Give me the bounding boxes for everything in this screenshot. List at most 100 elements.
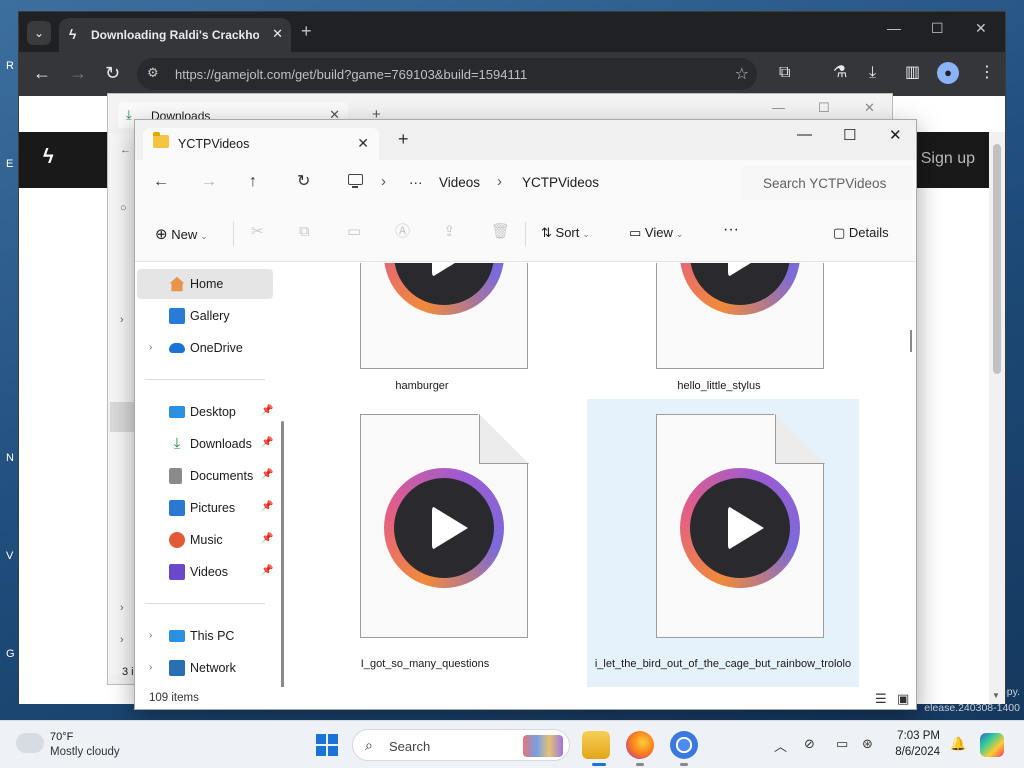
more-options-icon[interactable]: ··· [723,221,739,239]
sort-button[interactable]: ⇅ Sort ⌄ [541,225,590,241]
refresh-button[interactable]: ↻ [297,173,310,191]
copy-icon[interactable]: ⧉ [299,224,310,240]
minimize-button[interactable]: — [797,126,812,143]
back-arrow-icon[interactable]: ← [120,144,131,156]
taskbar-search-box[interactable]: ⌕ Search [352,729,570,761]
menu-kebab-icon[interactable]: ⋮ [979,63,995,83]
chevron-right-icon[interactable]: › [149,342,152,353]
pin-icon[interactable]: 📌 [261,405,273,416]
chevron-right-icon[interactable]: › [120,314,124,326]
details-view-icon[interactable]: ☰ [875,691,887,707]
nav-item-desktop[interactable]: Desktop 📌 [137,397,273,427]
nav-item-home[interactable]: Home [137,269,273,299]
nav-item-onedrive[interactable]: › OneDrive [137,333,273,363]
labs-icon[interactable]: ⚗ [833,63,847,83]
details-button[interactable]: ▢ Details [833,225,889,241]
chevron-right-icon[interactable]: › [497,173,502,190]
breadcrumb-yctpvideos[interactable]: YCTPVideos [522,175,599,190]
nav-item-network[interactable]: › Network [137,653,273,683]
search-icon[interactable]: ○ [120,202,127,214]
profile-avatar[interactable]: ● [937,62,959,84]
maximize-button[interactable]: ☐ [818,100,830,116]
nav-item-videos[interactable]: Videos 📌 [137,557,273,587]
desktop-icon-label[interactable]: N [6,452,14,464]
close-window-button[interactable]: ✕ [975,20,987,37]
reload-button[interactable]: ↻ [105,63,120,83]
back-button[interactable]: ← [33,63,51,83]
tiles-view-icon[interactable]: ▣ [897,691,909,707]
pin-icon[interactable]: 📌 [261,501,273,512]
gamejolt-logo-icon[interactable]: ϟ [43,146,54,169]
chevron-right-icon[interactable]: › [120,634,124,646]
page-scrollbar[interactable]: ▼ [989,132,1005,704]
back-button[interactable]: ← [153,173,169,191]
view-button[interactable]: ▭ View ⌄ [629,225,683,241]
weather-cloud-icon[interactable] [16,729,44,753]
chrome-tab-active[interactable]: ϟ Downloading Raldi's Crackhouse ✕ [59,18,291,52]
forward-button[interactable]: → [201,173,217,191]
firefox-icon[interactable] [626,731,654,759]
show-hidden-icons-chevron-icon[interactable]: ︿ [774,736,787,755]
downloads-icon[interactable]: ⤓ [869,63,876,83]
chevron-right-icon[interactable]: › [149,662,152,673]
delete-icon[interactable]: 🗑 [491,224,510,240]
new-tab-button[interactable]: + [398,130,409,148]
desktop-icon-label[interactable]: E [6,158,13,170]
tab-search-button[interactable]: ⌄ [27,21,51,45]
sign-up-link[interactable]: Sign up [921,150,975,168]
pin-icon[interactable]: 📌 [261,437,273,448]
start-button[interactable] [316,734,338,756]
bookmark-star-icon[interactable]: ☆ [735,64,749,84]
nav-item-gallery[interactable]: Gallery [137,301,273,331]
minimize-button[interactable]: — [887,20,901,36]
close-icon[interactable]: ✕ [357,135,369,152]
close-window-button[interactable]: ✕ [864,100,875,116]
this-pc-icon[interactable] [348,174,363,188]
site-info-icon[interactable]: ⚙ [147,65,159,81]
nav-item-documents[interactable]: Documents 📌 [137,461,273,491]
desktop-icon-label[interactable]: V [6,550,13,562]
clock-date[interactable]: 8/6/2024 [884,746,940,758]
cut-icon[interactable]: ✂ [251,224,264,240]
extensions-icon[interactable]: ⧉ [779,63,790,83]
rename-icon[interactable]: Ⓐ [395,224,410,240]
forward-button[interactable]: → [69,63,87,83]
chevron-right-icon[interactable]: › [381,173,386,190]
file-item-selected[interactable]: i_let_the_bird_out_of_the_cage_but_rainb… [587,399,859,687]
tray-app-icon[interactable]: ⊘ [804,736,815,752]
close-icon[interactable]: ✕ [272,26,283,42]
nav-scrollbar[interactable] [281,421,284,687]
breadcrumb-overflow[interactable]: ··· [409,175,423,190]
nav-item-downloads[interactable]: ⤓ Downloads 📌 [137,429,274,459]
search-placeholder[interactable]: Search YCTPVideos [763,176,886,191]
display-icon[interactable]: ▭ [836,736,848,752]
nav-item-pictures[interactable]: Pictures 📌 [137,493,273,523]
new-tab-button[interactable]: + [301,22,312,40]
side-panel-icon[interactable]: ▥ [905,63,920,83]
notification-bell-icon[interactable]: 🔔 [950,736,966,752]
up-button[interactable]: ↑ [249,173,257,191]
weather-condition[interactable]: Mostly cloudy [50,746,120,758]
chrome-icon[interactable] [670,731,698,759]
breadcrumb-videos[interactable]: Videos [439,175,480,190]
file-view-scrollbar[interactable] [910,330,912,352]
pin-icon[interactable]: 📌 [261,469,273,480]
chevron-right-icon[interactable]: › [149,630,152,641]
nav-item-music[interactable]: Music 📌 [137,525,273,555]
new-button[interactable]: ⊕ New ⌄ [155,225,208,243]
desktop-icon-label[interactable]: R [6,60,14,72]
pin-icon[interactable]: 📌 [261,533,273,544]
close-window-button[interactable]: ✕ [889,126,902,144]
maximize-button[interactable]: ☐ [931,20,944,37]
minimize-button[interactable]: — [772,100,785,115]
weather-temperature[interactable]: 70°F [50,731,73,743]
share-icon[interactable]: ⇪ [443,224,456,240]
pin-icon[interactable]: 📌 [261,565,273,576]
chevron-right-icon[interactable]: › [120,602,124,614]
nav-item-this-pc[interactable]: › This PC [137,621,273,651]
scrollbar-thumb[interactable] [993,144,1001,374]
clock-time[interactable]: 7:03 PM [884,730,940,742]
file-explorer-icon[interactable] [582,731,610,759]
scroll-down-icon[interactable]: ▼ [992,691,1000,700]
nav-selected-row[interactable] [110,402,136,432]
